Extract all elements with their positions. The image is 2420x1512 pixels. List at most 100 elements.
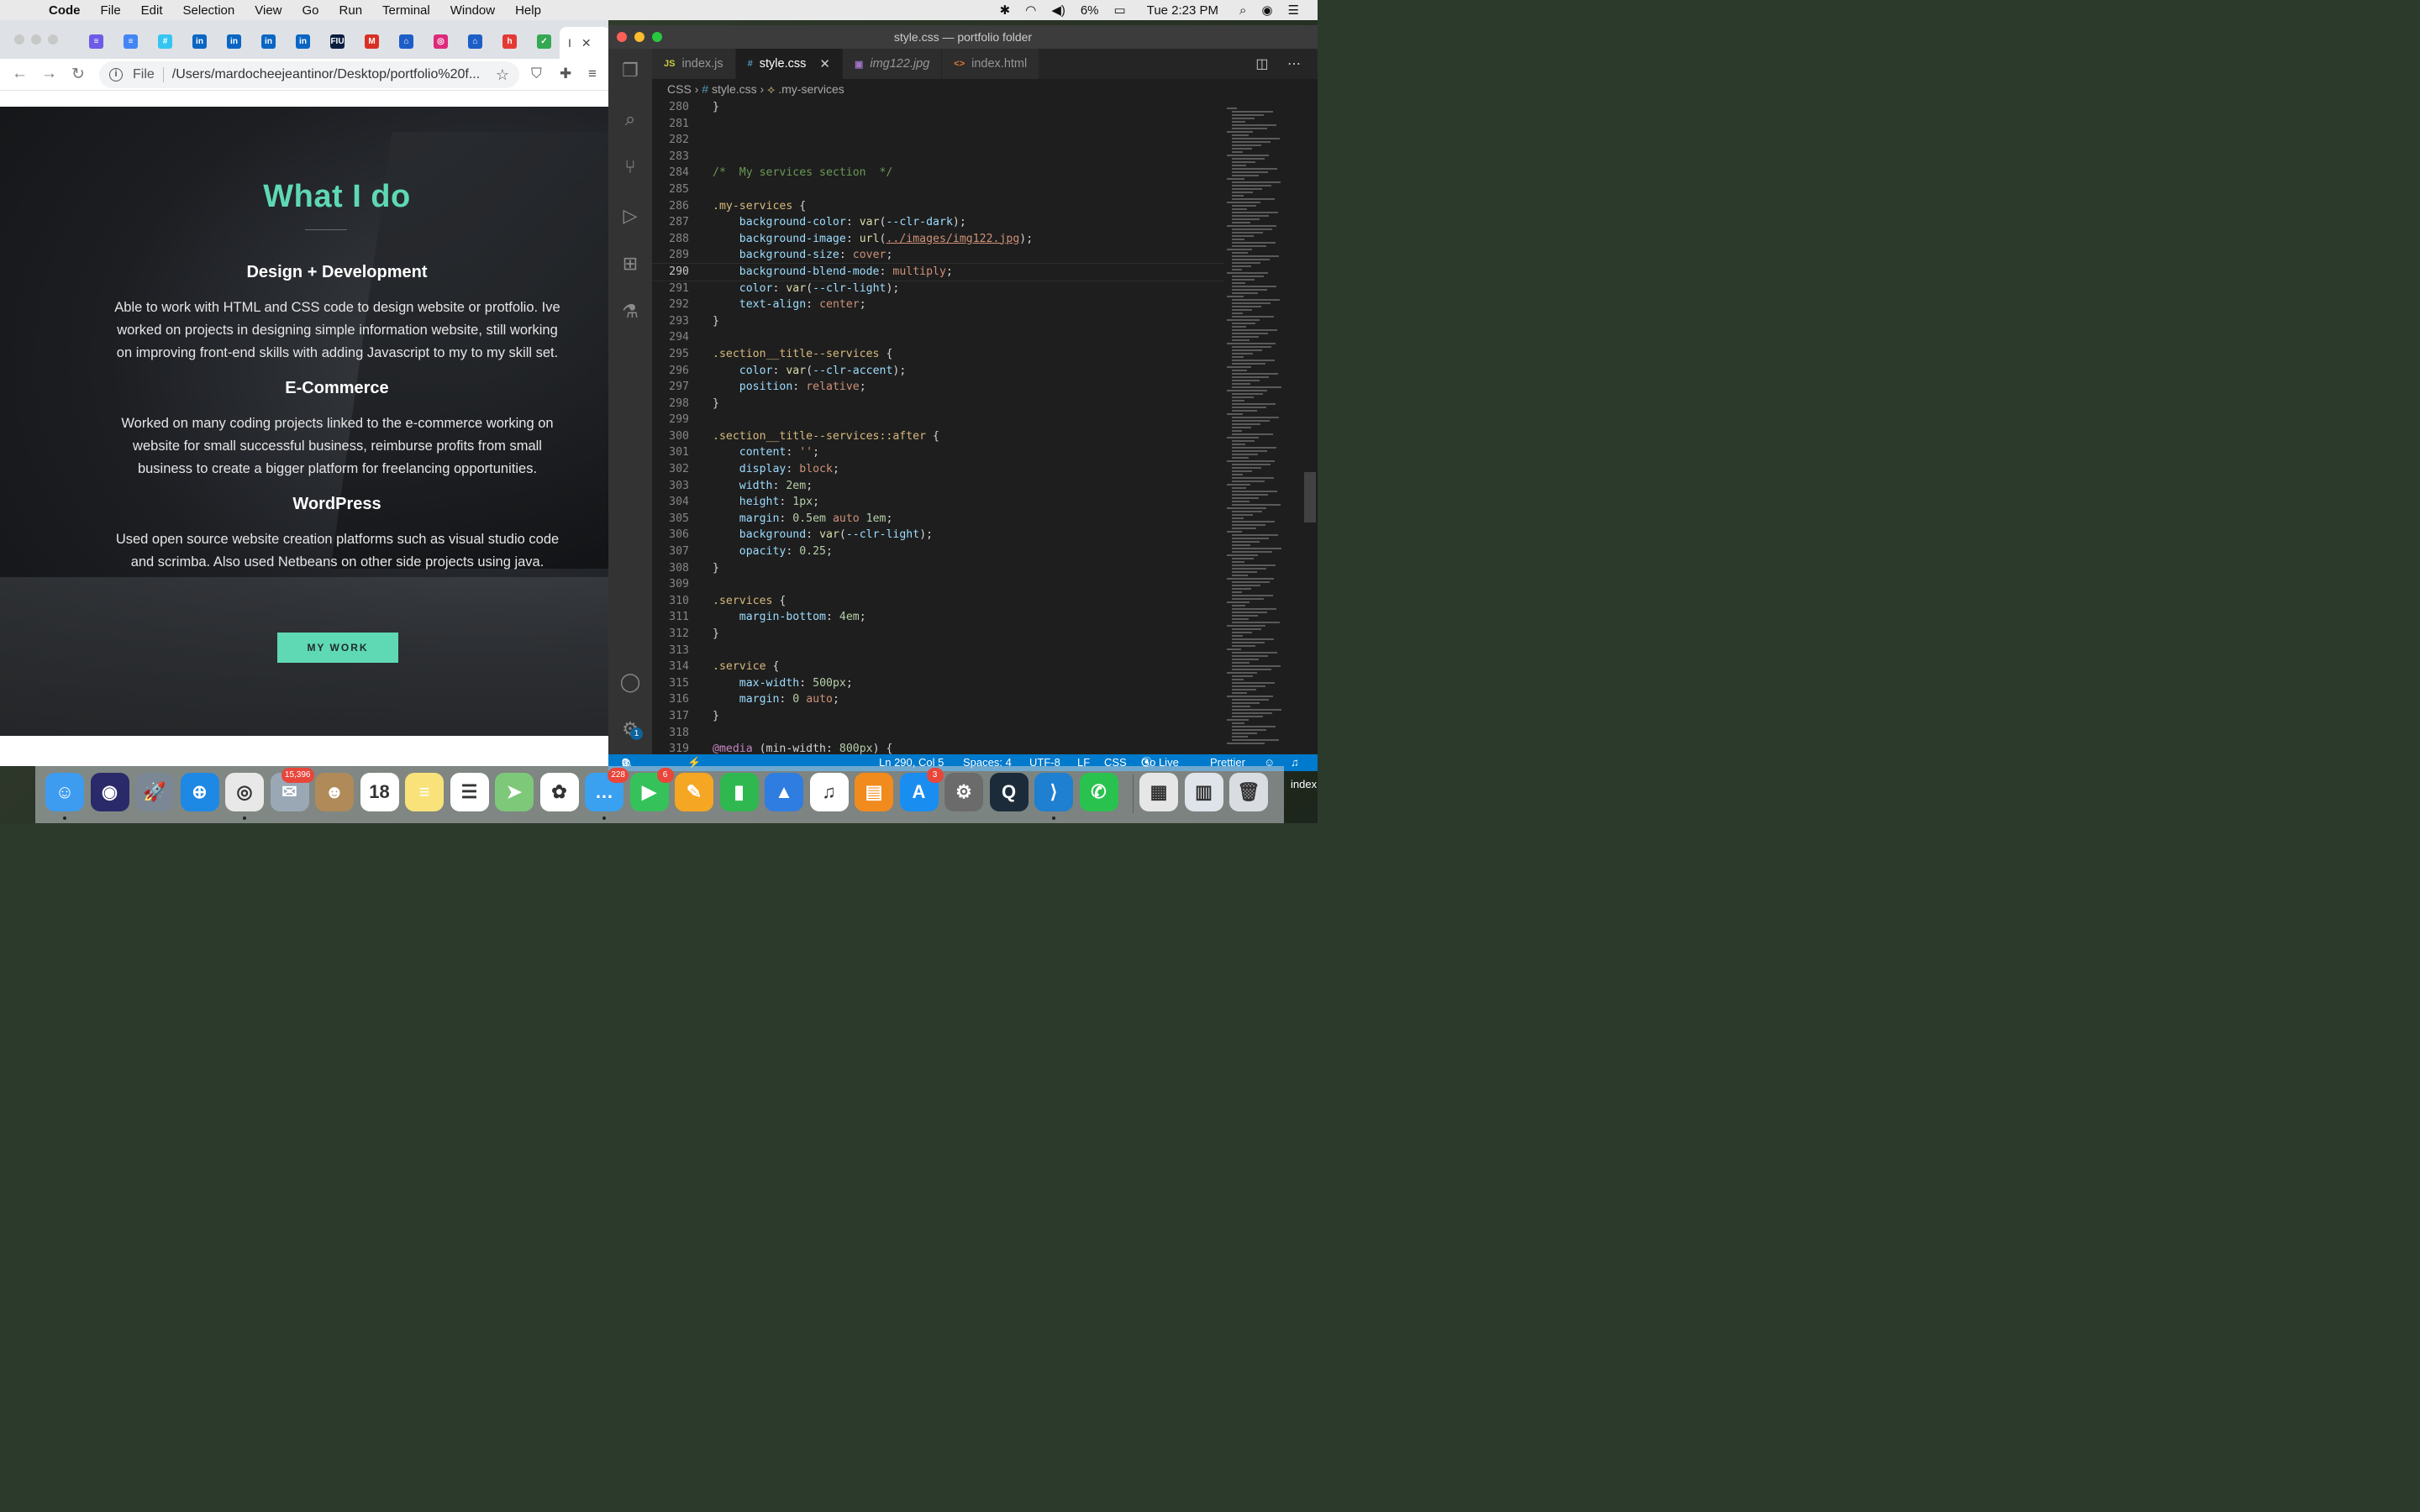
tab-linkedin-3[interactable]: in bbox=[182, 32, 217, 50]
back-arrow-icon[interactable]: ← bbox=[12, 65, 28, 83]
dock-music-icon[interactable]: ♫ bbox=[809, 773, 849, 811]
dock-launchpad-icon[interactable]: 🚀 bbox=[135, 773, 174, 811]
code-editor[interactable]: 280} 281 282 283 284/* My services section *… bbox=[652, 99, 1223, 754]
close-tab-icon[interactable]: ✕ bbox=[819, 56, 830, 71]
address-url[interactable]: /Users/mardocheejeantinor/Desktop/portfo… bbox=[172, 67, 480, 82]
minimap[interactable] bbox=[1225, 99, 1301, 754]
code-line[interactable]: 280} bbox=[652, 99, 1223, 116]
code-line[interactable]: 281 bbox=[652, 116, 1223, 133]
search-icon[interactable]: ⌕ bbox=[618, 108, 642, 131]
vscode-zoom-button[interactable] bbox=[652, 32, 662, 42]
dock-mail-icon[interactable]: ✉ 15,396 bbox=[270, 768, 314, 811]
tab-linkedin-4[interactable]: in bbox=[217, 32, 251, 50]
dock-whatsapp-icon[interactable]: ✆ bbox=[1079, 773, 1118, 811]
code-line[interactable]: 300 .section__title--services::after { bbox=[652, 428, 1223, 445]
code-line[interactable]: 296 color: var(--clr-accent); bbox=[652, 363, 1223, 380]
code-line[interactable]: 290 background-blend-mode: multiply; bbox=[652, 262, 1223, 281]
vscode-minimize-button[interactable] bbox=[634, 32, 644, 42]
menu-view[interactable]: View bbox=[245, 3, 292, 18]
dock-keynote-icon[interactable]: ▲ bbox=[765, 773, 803, 811]
bookmark-star-icon[interactable]: ☆ bbox=[496, 66, 509, 84]
tab-handshake-11[interactable]: ⌂ bbox=[458, 32, 492, 50]
tab-docs-1[interactable]: ≡ bbox=[113, 32, 148, 50]
code-line[interactable]: 318 bbox=[652, 725, 1223, 742]
dock-messages-icon[interactable]: … 228 bbox=[585, 768, 629, 811]
code-line[interactable]: 319 @media (min-width: 800px) { bbox=[652, 741, 1223, 754]
tab-slack-2[interactable]: # bbox=[148, 32, 182, 50]
dock-chrome-icon[interactable]: ◎ bbox=[225, 773, 264, 811]
code-line[interactable]: 294 bbox=[652, 329, 1223, 346]
zoom-window-button[interactable] bbox=[48, 34, 58, 45]
battery-icon[interactable]: ▭ bbox=[1107, 3, 1134, 18]
code-line[interactable]: 285 bbox=[652, 181, 1223, 198]
run-debug-icon[interactable]: ▷ bbox=[618, 204, 642, 228]
menu-file[interactable]: File bbox=[91, 3, 131, 18]
volume-icon[interactable]: ◀) bbox=[1044, 3, 1073, 18]
code-line[interactable]: 286 .my-services { bbox=[652, 198, 1223, 215]
code-line[interactable]: 304 height: 1px; bbox=[652, 494, 1223, 511]
menu-help[interactable]: Help bbox=[505, 3, 551, 18]
code-line[interactable]: 291 color: var(--clr-light); bbox=[652, 281, 1223, 297]
tab-handshake-9[interactable]: ⌂ bbox=[389, 32, 424, 50]
close-window-button[interactable] bbox=[14, 34, 24, 45]
dock-contacts-icon[interactable]: ☻ bbox=[315, 773, 354, 811]
code-line[interactable]: 297 position: relative; bbox=[652, 379, 1223, 396]
tab-instagram-10[interactable]: ◎ bbox=[424, 32, 458, 50]
code-line[interactable]: 309 bbox=[652, 576, 1223, 593]
dock-appstore-icon[interactable]: A3 bbox=[899, 768, 944, 811]
explorer-icon[interactable]: ❐ bbox=[618, 59, 642, 82]
code-line[interactable]: 283 bbox=[652, 149, 1223, 165]
testing-flask-icon[interactable]: ⚗ bbox=[618, 300, 642, 323]
notification-center-icon[interactable]: ☰ bbox=[1281, 3, 1318, 18]
tab-gmail-8[interactable]: M bbox=[355, 32, 389, 50]
code-line[interactable]: 313 bbox=[652, 643, 1223, 659]
code-line[interactable]: 284 /* My services section */ bbox=[652, 165, 1223, 181]
dock-numbers-icon[interactable]: ▮ bbox=[719, 773, 759, 811]
extensions-puzzle-icon[interactable]: ✚ bbox=[560, 66, 571, 82]
dock-downloads-icon[interactable]: ▥ bbox=[1184, 773, 1223, 811]
code-line[interactable]: 310 .services { bbox=[652, 593, 1223, 610]
code-line[interactable]: 298} bbox=[652, 396, 1223, 412]
editor-tab-index-html[interactable]: <> index.html bbox=[942, 49, 1040, 79]
code-line[interactable]: 311 margin-bottom: 4em; bbox=[652, 609, 1223, 626]
breadcrumb-symbol[interactable]: .my-services bbox=[778, 82, 844, 96]
forward-arrow-icon[interactable]: → bbox=[41, 65, 57, 83]
address-bar[interactable]: i File /Users/mardocheejeantinor/Desktop… bbox=[99, 61, 519, 88]
dock-trash-icon[interactable]: 🗑 bbox=[1229, 773, 1268, 811]
clock[interactable]: Tue 2:23 PM bbox=[1134, 3, 1232, 18]
menu-window[interactable]: Window bbox=[440, 3, 505, 18]
dock-vscode-icon[interactable]: ⟩ bbox=[1034, 773, 1073, 811]
dock-pages-icon[interactable]: ✎ bbox=[675, 773, 713, 811]
dock-photos-icon[interactable]: ✿ bbox=[539, 773, 579, 811]
active-browser-tab[interactable]: I ✕ bbox=[560, 27, 608, 59]
dock-quicktime-icon[interactable]: Q bbox=[989, 773, 1028, 811]
battery-percent[interactable]: 6% bbox=[1073, 3, 1107, 18]
tab-rainbow-0[interactable]: ≡ bbox=[79, 32, 113, 50]
code-line[interactable]: 295 .section__title--services { bbox=[652, 346, 1223, 363]
reload-icon[interactable]: ↻ bbox=[71, 65, 85, 84]
my-work-button[interactable]: MY WORK bbox=[277, 633, 398, 663]
code-line[interactable]: 314 .service { bbox=[652, 659, 1223, 675]
spotlight-icon[interactable]: ⌕ bbox=[1232, 3, 1254, 18]
wifi-icon[interactable]: ◠ bbox=[1018, 3, 1044, 18]
tab-linkedin-6[interactable]: in bbox=[286, 32, 320, 50]
code-line[interactable]: 288 background-image: url(../images/img1… bbox=[652, 231, 1223, 248]
dock-finder-icon[interactable]: ☺ bbox=[45, 773, 84, 811]
code-line[interactable]: 316 margin: 0 auto; bbox=[652, 691, 1223, 708]
code-line[interactable]: 302 display: block; bbox=[652, 461, 1223, 478]
dock-facetime-icon[interactable]: ▶ 6 bbox=[629, 768, 674, 811]
notifications-bell-icon[interactable]: ♫ bbox=[1291, 754, 1299, 771]
code-line[interactable]: 287 background-color: var(--clr-dark); bbox=[652, 214, 1223, 231]
dock-notes-icon[interactable]: ≡ bbox=[405, 773, 444, 811]
editor-tab-style-css[interactable]: # style.css ✕ bbox=[735, 49, 843, 79]
menu-code[interactable]: Code bbox=[42, 3, 91, 18]
more-actions-icon[interactable]: ⋯ bbox=[1287, 57, 1301, 71]
editor-tab-index-js[interactable]: JS index.js bbox=[652, 49, 736, 79]
bluetooth-icon[interactable]: ✱ bbox=[992, 3, 1018, 18]
dock-calendar-icon[interactable]: 18 bbox=[360, 773, 399, 811]
menu-selection[interactable]: Selection bbox=[173, 3, 245, 18]
dock-maps-icon[interactable]: ➤ bbox=[495, 773, 534, 811]
extensions-icon[interactable]: ⊞ bbox=[618, 252, 642, 276]
account-icon[interactable]: ◯ bbox=[618, 670, 642, 694]
code-line[interactable]: 307 opacity: 0.25; bbox=[652, 543, 1223, 560]
